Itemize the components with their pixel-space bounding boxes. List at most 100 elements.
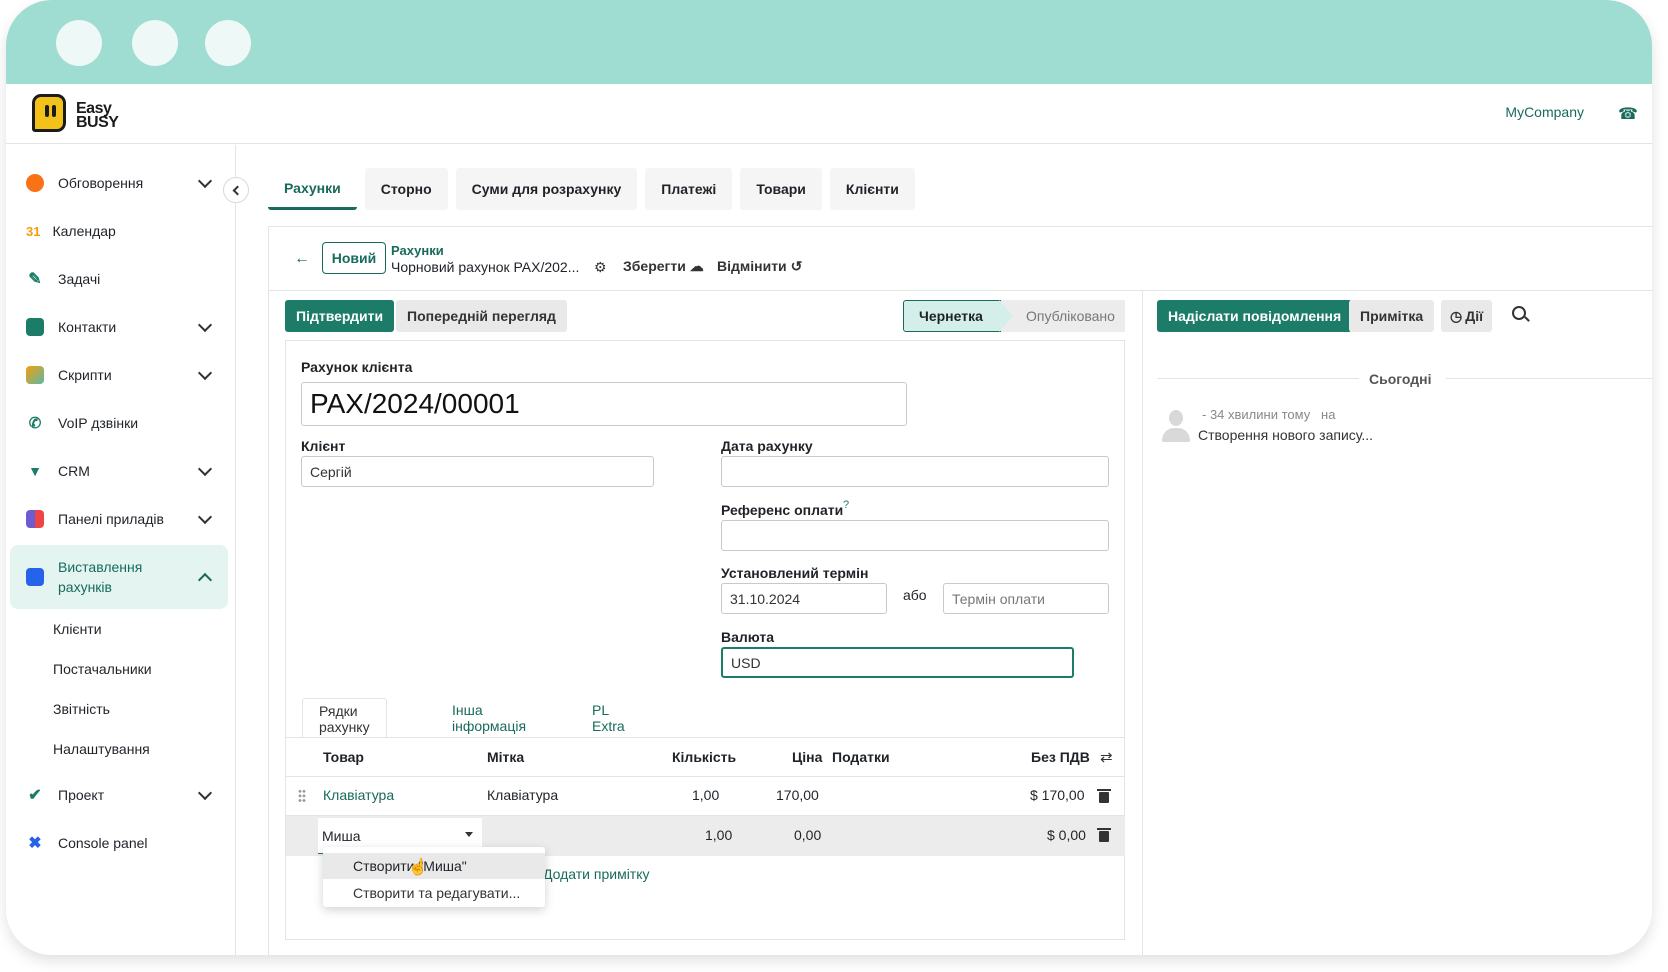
window-dot [56,20,102,66]
sidebar-subitem-reporting[interactable]: Звітність [53,701,110,717]
add-note-link[interactable]: Додати примітку [543,866,650,882]
status-posted[interactable]: Опубліковано [1001,300,1125,332]
tab-credit-notes[interactable]: Сторно [364,168,448,210]
window-dot [132,20,178,66]
send-message-button[interactable]: Надіслати повідомлення [1157,300,1353,332]
invoice-date-field[interactable] [721,456,1109,487]
app-window: Easy BUSY MyCompany ☎ Обговорення 31 Кале… [6,0,1652,955]
mouse-pointer-icon: ☝ [408,859,428,876]
payment-reference-field[interactable] [721,520,1109,551]
search-icon[interactable] [1512,306,1526,320]
tab-payments[interactable]: Платежі [645,168,733,210]
sidebar-item-crm[interactable]: ▼ CRM [10,451,228,491]
app-header [6,84,1652,144]
logo-text-2: BUSY [76,114,119,131]
column-price[interactable]: Ціна [792,749,822,765]
line-price: 170,00 [776,787,819,803]
chevron-down-icon [197,785,213,800]
log-note-button[interactable]: Примітка [1349,300,1435,332]
tab-amounts-due[interactable]: Суми для розрахунку [455,168,638,210]
line-price[interactable]: 0,00 [794,827,821,843]
column-settings-icon[interactable]: ⇄ [1100,748,1113,766]
module-tabs: Рахунки Сторно Суми для розрахунку Плате… [268,168,915,210]
phone-icon[interactable]: ☎ [1618,104,1638,123]
crm-icon: ▼ [28,463,42,479]
due-date-field[interactable]: 31.10.2024 [721,583,887,614]
app-logo[interactable]: Easy BUSY [32,94,142,136]
tab-other-info[interactable]: Інша інформація [436,698,542,738]
sidebar-subitem-clients[interactable]: Клієнти [53,621,102,637]
breadcrumb-current: Чорновий рахунок PAX/202... [391,259,580,275]
tab-invoice-lines[interactable]: Рядки рахунку [302,698,387,738]
create-edit-option[interactable]: Створити та редагувати... [353,885,520,901]
logo-icon [32,94,66,132]
check-icon: ✔ [28,787,42,804]
preview-button[interactable]: Попередній перегляд [396,300,567,332]
sidebar-item-discussions[interactable]: Обговорення [10,163,228,203]
column-product[interactable]: Товар [323,749,364,765]
payment-terms-field[interactable]: Термін оплати [943,583,1109,614]
chat-icon [26,174,44,192]
drag-handle-icon[interactable] [298,789,306,803]
contacts-icon [26,318,44,336]
currency-label: Валюта [721,629,775,645]
client-field[interactable]: Сергій [301,456,654,487]
tab-clients[interactable]: Клієнти [829,168,915,210]
sidebar-item-project[interactable]: ✔ Проект [10,775,228,815]
tab-invoices[interactable]: Рахунки [268,168,357,210]
tab-products[interactable]: Товари [740,168,822,210]
trash-icon[interactable] [1097,789,1111,803]
divider [286,776,1125,777]
trash-icon[interactable] [1097,828,1111,842]
tab-pl-extra[interactable]: PL Extra [576,698,641,738]
chevron-left-icon [232,185,243,195]
column-label[interactable]: Мітка [487,749,524,765]
sidebar-item-console-panel[interactable]: ✖ Console panel [10,823,228,863]
new-button[interactable]: Новий [322,242,386,274]
invoice-label: Рахунок клієнта [301,359,413,375]
confirm-button[interactable]: Підтвердити [285,300,395,332]
sidebar-item-dashboards[interactable]: Панелі приладів [10,499,228,539]
collapse-sidebar-button[interactable] [223,177,249,203]
create-option[interactable]: Створити "Миша" [323,853,545,879]
column-subtotal[interactable]: Без ПДВ [1031,749,1090,765]
chevron-down-icon [197,509,213,524]
company-switcher[interactable]: MyCompany [1505,104,1584,120]
currency-field[interactable]: USD [721,647,1074,678]
date-label: Дата рахунку [721,438,813,454]
scripts-icon [26,366,44,384]
sidebar-item-tasks[interactable]: ✎ Задачі [10,259,228,299]
sidebar-subitem-vendors[interactable]: Постачальники [53,661,152,677]
back-arrow-icon[interactable]: ← [294,250,310,268]
column-taxes[interactable]: Податки [832,749,890,765]
save-button[interactable]: Зберегти ☁ [623,258,704,275]
sidebar-item-contacts[interactable]: Контакти [10,307,228,347]
dashboard-icon [26,510,44,528]
help-icon[interactable]: ? [843,499,849,511]
gear-icon[interactable]: ⚙ [594,259,607,276]
line-product[interactable]: Клавіатура [323,787,394,803]
date-separator: Сьогодні [1369,371,1432,387]
sidebar-item-invoicing[interactable]: Виставлення рахунків [10,545,228,609]
sidebar-item-voip[interactable]: ✆ VoIP дзвінки [10,403,228,443]
message-text: Створення нового запису... [1198,427,1374,443]
dropdown-caret-icon[interactable] [465,832,473,837]
sidebar-subitem-settings[interactable]: Налаштування [53,741,150,757]
calendar-icon: 31 [26,223,41,239]
breadcrumb-parent[interactable]: Рахунки [391,243,444,258]
clock-icon: ◷ [1450,307,1463,324]
line-subtotal: $ 170,00 [1030,787,1085,803]
column-quantity[interactable]: Кількість [672,749,736,765]
status-draft[interactable]: Чернетка [903,300,1013,332]
status-arrow [999,300,1013,332]
line-quantity[interactable]: 1,00 [705,827,732,843]
invoice-number-field[interactable]: PAX/2024/00001 [301,382,907,426]
sidebar-item-scripts[interactable]: Скрипти [10,355,228,395]
discard-button[interactable]: Відмінити ↺ [717,258,802,275]
sidebar: Обговорення 31 Календар ✎ Задачі Контакт… [6,145,236,955]
sidebar-item-calendar[interactable]: 31 Календар [10,211,228,251]
activities-button[interactable]: ◷ Дії [1441,300,1493,332]
divider [286,737,1125,738]
message-time: - 34 хвилини тому на [1202,407,1336,422]
chevron-down-icon [197,173,213,188]
